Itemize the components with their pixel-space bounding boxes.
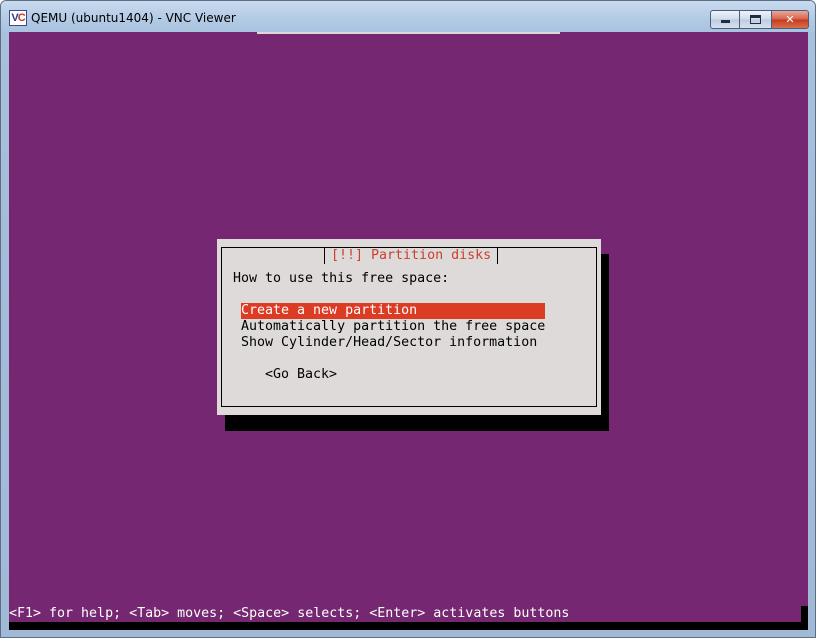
vnc-viewer-window: VC QEMU (ubuntu1404) - VNC Viewer ✕ [!!]… xyxy=(0,0,816,638)
partition-dialog: [!!] Partition disks How to use this fre… xyxy=(217,239,601,415)
maximize-button[interactable] xyxy=(739,10,772,29)
screen-bottom-shadow xyxy=(9,622,808,630)
menu-item-auto-partition-free-space[interactable]: Automatically partition the free space xyxy=(241,319,545,335)
go-back-button[interactable]: <Go Back> xyxy=(265,367,337,383)
dialog-title: [!!] Partition disks xyxy=(324,248,499,264)
vnc-remote-screen[interactable]: [!!] Partition disks How to use this fre… xyxy=(9,32,808,630)
app-icon-letter-c: C xyxy=(17,12,26,24)
dialog-prompt: How to use this free space: xyxy=(233,271,450,286)
close-button[interactable]: ✕ xyxy=(771,10,809,29)
window-titlebar[interactable]: VC QEMU (ubuntu1404) - VNC Viewer ✕ xyxy=(1,1,815,32)
minimize-button[interactable] xyxy=(710,10,740,29)
minimize-icon xyxy=(720,20,730,23)
close-icon: ✕ xyxy=(785,13,795,26)
maximize-icon xyxy=(750,15,761,24)
top-strip xyxy=(257,32,560,34)
partition-options-menu: Create a new partition Automatically par… xyxy=(241,303,545,351)
vnc-app-icon: VC xyxy=(9,10,27,26)
status-help-bar: <F1> for help; <Tab> moves; <Space> sele… xyxy=(9,606,801,622)
menu-item-create-new-partition[interactable]: Create a new partition xyxy=(241,303,545,319)
window-title: QEMU (ubuntu1404) - VNC Viewer xyxy=(31,11,236,25)
menu-item-show-chs-info[interactable]: Show Cylinder/Head/Sector information xyxy=(241,335,545,351)
